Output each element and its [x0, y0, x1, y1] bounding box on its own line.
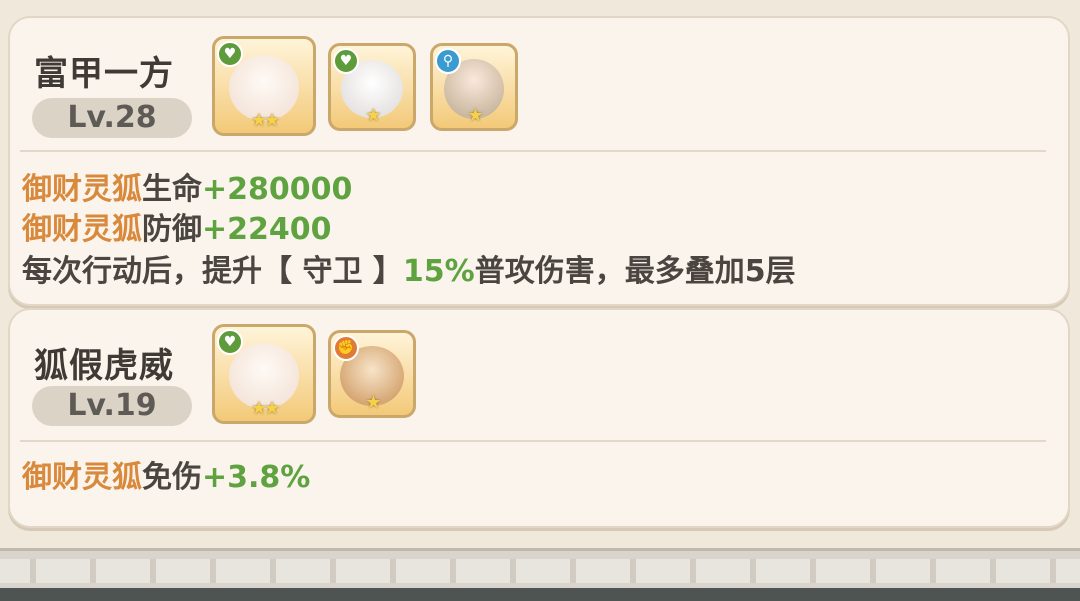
portrait-white-hair-boy[interactable]: ⚲ ★: [430, 43, 518, 131]
portrait-fox-spirit[interactable]: ♥ ★★: [212, 36, 316, 136]
key-icon: ⚲: [435, 48, 461, 74]
effect-text: 普攻伤害，最多叠加5层: [474, 254, 796, 289]
bond-level-badge: Lv.28: [32, 98, 192, 138]
star-rating: ★★: [250, 110, 280, 131]
effect-line-extra: 每次行动后，提升【 守卫 】15%普攻伤害，最多叠加5层: [22, 246, 796, 290]
portrait-fox-spirit[interactable]: ♥ ★★: [212, 324, 316, 424]
bond-title: 狐假虎威: [34, 346, 174, 386]
star-rating: ★: [365, 392, 381, 413]
heart-icon: ♥: [333, 48, 359, 74]
effect-target: 御财灵狐: [22, 172, 142, 207]
effect-line: 御财灵狐防御+22400: [22, 204, 332, 248]
decorative-border-strip: [0, 548, 1080, 591]
effect-label: 免伤: [142, 460, 202, 495]
effect-label: 防御: [142, 212, 202, 247]
divider: [20, 440, 1046, 442]
bond-card-2: 狐假虎威 Lv.19 ♥ ★★ ✊ ★ 御财灵狐免伤+3.8%: [8, 308, 1070, 528]
panel-body: 富甲一方 Lv.28 ♥ ★★ ♥ ★ ⚲ ★ 御财灵狐生命+280000 御财…: [0, 0, 1080, 548]
effect-value: +280000: [202, 172, 353, 207]
divider: [20, 150, 1046, 152]
bottom-bar: [0, 588, 1080, 601]
effect-label: 生命: [142, 172, 202, 207]
effect-value: +22400: [202, 212, 332, 247]
star-rating: ★: [365, 105, 381, 126]
fist-icon: ✊: [333, 335, 359, 361]
bond-card-1: 富甲一方 Lv.28 ♥ ★★ ♥ ★ ⚲ ★ 御财灵狐生命+280000 御财…: [8, 16, 1070, 306]
border-pattern: [0, 559, 1080, 583]
effect-value: 15%: [402, 254, 475, 289]
effect-text: 每次行动后，提升【 守卫 】: [22, 254, 403, 289]
effect-target: 御财灵狐: [22, 212, 142, 247]
star-rating: ★★: [250, 398, 280, 419]
portrait-sheep-girl[interactable]: ♥ ★: [328, 43, 416, 131]
heart-icon: ♥: [217, 41, 243, 67]
star-rating: ★: [467, 105, 483, 126]
bond-level-badge: Lv.19: [32, 386, 192, 426]
portrait-lion-warrior[interactable]: ✊ ★: [328, 330, 416, 418]
heart-icon: ♥: [217, 329, 243, 355]
bond-title: 富甲一方: [34, 54, 174, 94]
effect-target: 御财灵狐: [22, 460, 142, 495]
effect-line: 御财灵狐生命+280000: [22, 164, 352, 208]
effect-line: 御财灵狐免伤+3.8%: [22, 452, 310, 496]
effect-value: +3.8%: [202, 460, 311, 495]
